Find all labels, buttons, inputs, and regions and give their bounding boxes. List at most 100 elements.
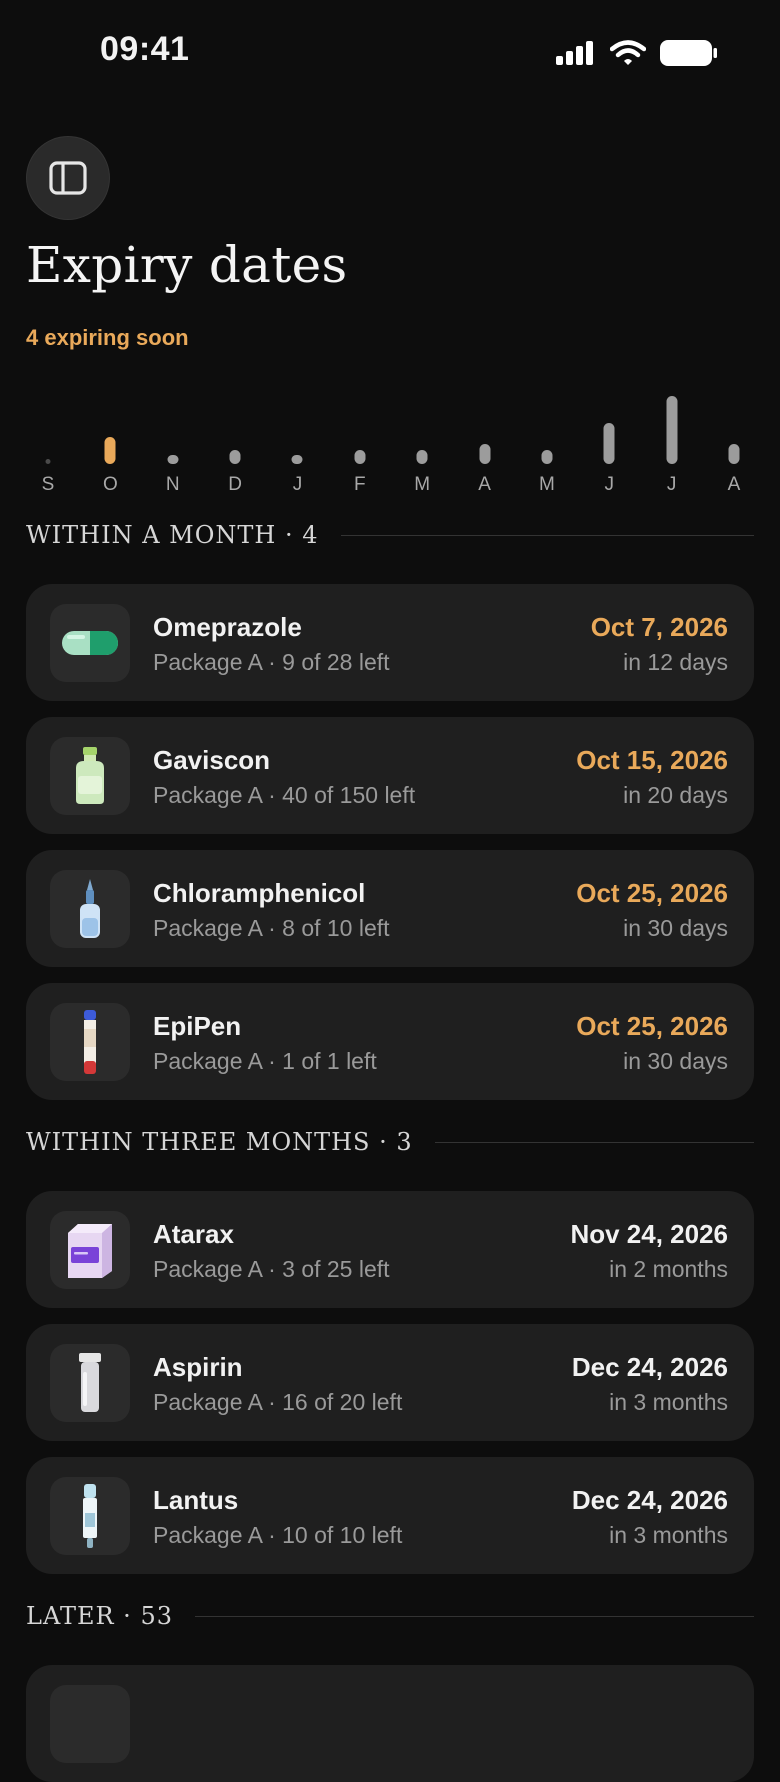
medication-package: Package A · 10 of 10 left [153, 1522, 403, 1548]
timeline-month[interactable]: A [465, 380, 505, 500]
section-title: LATER · 53 [26, 1602, 173, 1630]
section-header: WITHIN THREE MONTHS · 3 [26, 1128, 754, 1156]
status-time: 09:41 [100, 30, 190, 68]
timeline-bar [603, 423, 615, 464]
timeline-bar [666, 396, 678, 464]
timeline-bar [229, 450, 241, 464]
timeline-month[interactable]: M [527, 380, 567, 500]
medication-package: Package A · 3 of 25 left [153, 1256, 390, 1282]
bottle-icon [50, 737, 130, 815]
medication-card[interactable]: Chloramphenicol Package A · 8 of 10 left O… [26, 850, 754, 967]
medication-name: Gaviscon [153, 745, 271, 775]
expiry-relative: in 3 months [609, 1522, 728, 1548]
medication-name: Aspirin [153, 1352, 243, 1382]
timeline-month-label: A [478, 474, 491, 495]
timeline-bar [541, 450, 553, 464]
timeline-month[interactable]: M [402, 380, 442, 500]
medication-thumbnail [50, 1685, 130, 1763]
cellular-signal-icon [556, 41, 593, 65]
medication-card[interactable]: Omeprazole Package A · 9 of 28 left Oct 7,… [26, 584, 754, 701]
expiry-date: Oct 25, 2026 [576, 878, 728, 908]
capsule-icon [50, 604, 130, 682]
dropper-icon [50, 870, 130, 948]
expiry-date: Dec 24, 2026 [571, 1352, 728, 1382]
expiry-relative: in 20 days [623, 782, 728, 808]
wifi-icon [610, 40, 646, 65]
timeline-month-label: A [727, 474, 741, 495]
pen-icon [50, 1477, 130, 1555]
timeline-bar [45, 459, 51, 464]
timeline-bar [291, 455, 303, 464]
timeline-month-label: D [228, 474, 242, 495]
medication-card[interactable]: Aspirin Package A · 16 of 20 left Dec 24, … [26, 1324, 754, 1441]
sidebar-toggle-button[interactable] [26, 136, 110, 220]
timeline-bar [479, 444, 491, 464]
timeline-month-label: J [292, 474, 303, 495]
medication-name: Omeprazole [153, 612, 302, 642]
expiry-relative: in 12 days [623, 649, 728, 675]
timeline-bar [728, 444, 740, 464]
timeline-month[interactable]: F [340, 380, 380, 500]
timeline-bar [354, 450, 366, 464]
medication-package: Package A · 8 of 10 left [153, 915, 390, 941]
timeline-month-label: F [354, 474, 366, 495]
status-bar: 09:41 [0, 0, 780, 100]
expiry-relative: in 3 months [609, 1389, 728, 1415]
section-title: WITHIN A MONTH · 4 [26, 521, 319, 549]
section-header: WITHIN A MONTH · 4 [26, 521, 754, 549]
timeline-month[interactable]: A [714, 380, 754, 500]
medication-name: Chloramphenicol [153, 878, 366, 908]
expiry-relative: in 2 months [609, 1256, 728, 1282]
medication-card[interactable]: Atarax Package A · 3 of 25 left Nov 24, 20… [26, 1191, 754, 1308]
expiring-soon-count: 4 expiring soon [26, 325, 189, 350]
sidebar-icon [49, 161, 87, 195]
battery-icon [660, 40, 717, 66]
autoinjector-icon [50, 1003, 130, 1081]
expiry-timeline: SONDJFMAMJJA [26, 380, 754, 500]
medication-package: Package A · 1 of 1 left [153, 1048, 377, 1074]
timeline-month[interactable]: N [153, 380, 193, 500]
timeline-month[interactable]: J [589, 380, 629, 500]
expiry-relative: in 30 days [623, 1048, 728, 1074]
expiry-date: Oct 7, 2026 [590, 612, 728, 642]
timeline-month-label: N [165, 474, 180, 495]
expiry-date: Oct 25, 2026 [576, 1011, 728, 1041]
page-title: Expiry dates [26, 236, 348, 294]
medication-package: Package A · 9 of 28 left [153, 649, 390, 675]
status-icons [556, 40, 718, 66]
timeline-month[interactable]: D [215, 380, 255, 500]
expiry-relative: in 30 days [623, 915, 728, 941]
expiry-date: Nov 24, 2026 [570, 1219, 728, 1249]
timeline-month[interactable]: J [652, 380, 692, 500]
section-divider [434, 1141, 754, 1143]
medication-card[interactable]: Lantus Package A · 10 of 10 left Dec 24, 2… [26, 1457, 754, 1574]
timeline-month[interactable]: S [28, 380, 68, 500]
timeline-month-label: J [604, 474, 615, 495]
medication-name: Lantus [153, 1485, 239, 1515]
timeline-month-label: M [538, 474, 555, 495]
timeline-bar [416, 450, 428, 464]
medication-package: Package A · 40 of 150 left [153, 782, 416, 808]
timeline-month[interactable]: O [90, 380, 130, 500]
section-title: WITHIN THREE MONTHS · 3 [26, 1128, 413, 1156]
timeline-month-label: J [666, 474, 677, 495]
medication-card[interactable] [26, 1665, 754, 1782]
medication-package: Package A · 16 of 20 left [153, 1389, 403, 1415]
expiry-date: Oct 15, 2026 [576, 745, 728, 775]
timeline-month[interactable]: J [277, 380, 317, 500]
tube-icon [50, 1344, 130, 1422]
box-icon [50, 1211, 130, 1289]
medication-name: EpiPen [153, 1011, 242, 1041]
timeline-month-label: M [414, 474, 431, 495]
medication-card[interactable]: EpiPen Package A · 1 of 1 left Oct 25, 202… [26, 983, 754, 1100]
timeline-month-label: O [102, 474, 118, 495]
timeline-bar [167, 455, 179, 464]
medication-card[interactable]: Gaviscon Package A · 40 of 150 left Oct 15… [26, 717, 754, 834]
expiry-date: Dec 24, 2026 [571, 1485, 728, 1515]
section-header: LATER · 53 [26, 1602, 754, 1630]
timeline-month-label: S [41, 474, 55, 495]
section-divider [194, 1615, 754, 1617]
timeline-bar [104, 437, 116, 464]
medication-name: Atarax [153, 1219, 234, 1249]
section-divider [340, 534, 754, 536]
